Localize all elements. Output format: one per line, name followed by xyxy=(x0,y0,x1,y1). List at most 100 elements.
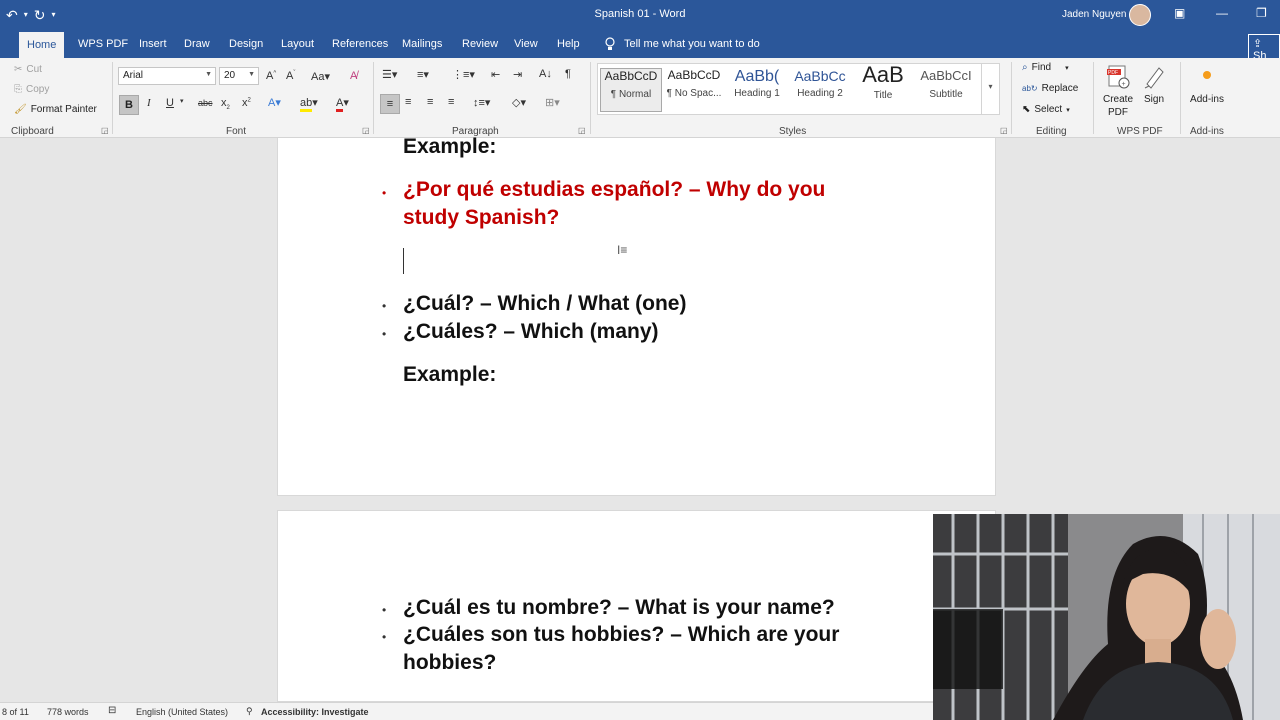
clear-formatting-icon[interactable]: A̸ xyxy=(350,70,357,82)
user-name[interactable]: Jaden Nguyen xyxy=(1062,9,1127,20)
styles-launcher-icon[interactable]: ◲ xyxy=(1000,126,1008,135)
italic-icon[interactable]: I xyxy=(147,97,151,109)
ribbon-home: ✂ Cut ⎘ Copy 🖌 Format Painter Clipboard … xyxy=(0,58,1280,138)
align-center-icon[interactable]: ≡ xyxy=(405,96,411,108)
shading-icon[interactable]: ◇▾ xyxy=(512,96,526,109)
shrink-font-icon[interactable]: Aˇ xyxy=(286,70,295,82)
sort-icon[interactable]: A↓ xyxy=(539,68,552,80)
copy-button[interactable]: ⎘ Copy xyxy=(14,84,49,95)
separator xyxy=(1180,62,1181,134)
tab-home[interactable]: Home xyxy=(19,32,65,58)
tab-view[interactable]: View xyxy=(514,36,538,52)
borders-icon[interactable]: ⊞▾ xyxy=(545,96,560,109)
tab-layout[interactable]: Layout xyxy=(281,36,314,52)
scissors-icon: ✂ xyxy=(14,64,23,75)
style-heading-1[interactable]: AaBb( Heading 1 xyxy=(726,68,788,99)
tab-wps-pdf[interactable]: WPS PDF xyxy=(78,36,128,52)
find-button[interactable]: ⌕ Find ▾ xyxy=(1022,62,1069,73)
tab-mailings[interactable]: Mailings xyxy=(402,36,442,52)
strikethrough-icon[interactable]: abc xyxy=(198,98,213,108)
select-button[interactable]: ⬉ Select ▾ xyxy=(1022,104,1070,115)
styles-more-icon[interactable]: ▾ xyxy=(981,64,999,114)
word-count[interactable]: 778 words xyxy=(47,707,89,717)
tab-help[interactable]: Help xyxy=(557,36,580,52)
tab-references[interactable]: References xyxy=(332,36,388,52)
style-name: Heading 2 xyxy=(797,88,843,99)
highlight-icon[interactable]: ab▾ xyxy=(300,96,318,112)
font-family-select[interactable]: Arial ▼ xyxy=(118,67,216,85)
restore-icon[interactable]: ❐ xyxy=(1256,6,1267,20)
create-pdf-button[interactable]: PDF + Create PDF xyxy=(1101,64,1135,118)
svg-text:PDF: PDF xyxy=(1108,70,1118,76)
cuales-hobbies-line-1: ¿Cuáles son tus hobbies? – Which are you… xyxy=(403,623,840,646)
decrease-indent-icon[interactable]: ⇤ xyxy=(491,68,500,81)
change-case-icon[interactable]: Aa▾ xyxy=(311,70,330,83)
page-count[interactable]: 8 of 11 xyxy=(2,707,29,717)
bullets-icon[interactable]: ☰▾ xyxy=(382,68,397,81)
find-label: Find xyxy=(1031,62,1052,73)
numbering-icon[interactable]: ≡▾ xyxy=(417,68,429,81)
tab-draw[interactable]: Draw xyxy=(184,36,210,52)
style-preview: AaBbCcI xyxy=(920,68,972,83)
underline-icon[interactable]: U xyxy=(166,97,174,109)
multilevel-list-icon[interactable]: ⋮≡▾ xyxy=(452,68,475,81)
subscript-icon[interactable]: x2 xyxy=(221,97,230,111)
clipboard-launcher-icon[interactable]: ◲ xyxy=(101,126,109,135)
style-no-spacing[interactable]: AaBbCcD ¶ No Spac... xyxy=(663,68,725,99)
line-spacing-icon[interactable]: ↕≡▾ xyxy=(473,96,490,109)
bold-button[interactable]: B xyxy=(119,95,139,115)
svg-text:+: + xyxy=(1122,81,1126,88)
sign-button[interactable]: Sign xyxy=(1140,64,1168,105)
add-ins-button[interactable]: Add-ins xyxy=(1187,64,1227,105)
format-painter-button[interactable]: 🖌 Format Painter xyxy=(14,104,97,115)
style-heading-2[interactable]: AaBbCc Heading 2 xyxy=(789,68,851,99)
font-group-label: Font xyxy=(226,126,247,137)
tell-me-search[interactable]: Tell me what you want to do xyxy=(604,37,760,51)
ribbon-display-options-icon[interactable]: ▣ xyxy=(1174,6,1185,20)
font-launcher-icon[interactable]: ◲ xyxy=(362,126,370,135)
title-bar: ↶ ▾ ↻ ▾ Spanish 01 - Word Jaden Nguyen ▣… xyxy=(0,0,1280,30)
copy-icon: ⎘ xyxy=(14,84,22,95)
font-size-select[interactable]: 20 ▼ xyxy=(219,67,259,85)
avatar[interactable] xyxy=(1129,4,1151,26)
paragraph-por-que: ¿Por qué estudias español? – Why do you … xyxy=(403,176,923,232)
proofing-icon[interactable]: ⊟ xyxy=(108,705,116,716)
font-color-icon[interactable]: A▾ xyxy=(336,96,349,112)
cual-nombre-line: ¿Cuál es tu nombre? – What is your name? xyxy=(403,596,835,619)
chevron-down-icon[interactable]: ▾ xyxy=(180,97,184,105)
pilcrow-icon[interactable]: ¶ xyxy=(565,68,571,80)
superscript-icon[interactable]: x2 xyxy=(242,97,251,109)
style-normal[interactable]: AaBbCcD ¶ Normal xyxy=(600,68,662,112)
style-title[interactable]: AaB Title xyxy=(852,62,914,101)
minimize-icon[interactable]: — xyxy=(1216,6,1228,20)
replace-button[interactable]: ab↻ Replace xyxy=(1022,83,1078,94)
style-preview: AaBbCcD xyxy=(604,69,658,83)
example-heading: Example: xyxy=(403,363,497,386)
bullet-icon: • xyxy=(382,327,387,341)
tab-design[interactable]: Design xyxy=(229,36,263,52)
copy-label: Copy xyxy=(26,84,50,95)
add-ins-icon xyxy=(1203,71,1211,79)
tab-review[interactable]: Review xyxy=(462,36,498,52)
create-pdf-label-2: PDF xyxy=(1108,107,1128,118)
chevron-down-icon: ▼ xyxy=(248,71,255,78)
align-left-icon[interactable]: ≡ xyxy=(380,94,400,114)
language-status[interactable]: English (United States) xyxy=(136,707,228,717)
add-ins-group-label: Add-ins xyxy=(1190,126,1224,137)
ibeam-cursor-icon: I≡ xyxy=(617,243,628,257)
format-painter-label: Format Painter xyxy=(30,104,97,115)
cut-label: Cut xyxy=(26,64,42,75)
cut-button[interactable]: ✂ Cut xyxy=(14,64,42,75)
increase-indent-icon[interactable]: ⇥ xyxy=(513,68,522,81)
justify-icon[interactable]: ≡ xyxy=(448,96,454,108)
style-subtitle[interactable]: AaBbCcI Subtitle xyxy=(915,68,977,100)
align-right-icon[interactable]: ≡ xyxy=(427,96,433,108)
grow-font-icon[interactable]: A^ xyxy=(266,70,276,82)
webcam-overlay xyxy=(933,514,1280,720)
style-preview: AaBb( xyxy=(734,68,780,85)
lightbulb-icon xyxy=(605,37,615,50)
text-cursor xyxy=(403,248,404,274)
accessibility-status[interactable]: Accessibility: Investigate xyxy=(261,707,369,717)
text-effects-icon[interactable]: A▾ xyxy=(268,96,281,109)
tab-insert[interactable]: Insert xyxy=(139,36,167,52)
